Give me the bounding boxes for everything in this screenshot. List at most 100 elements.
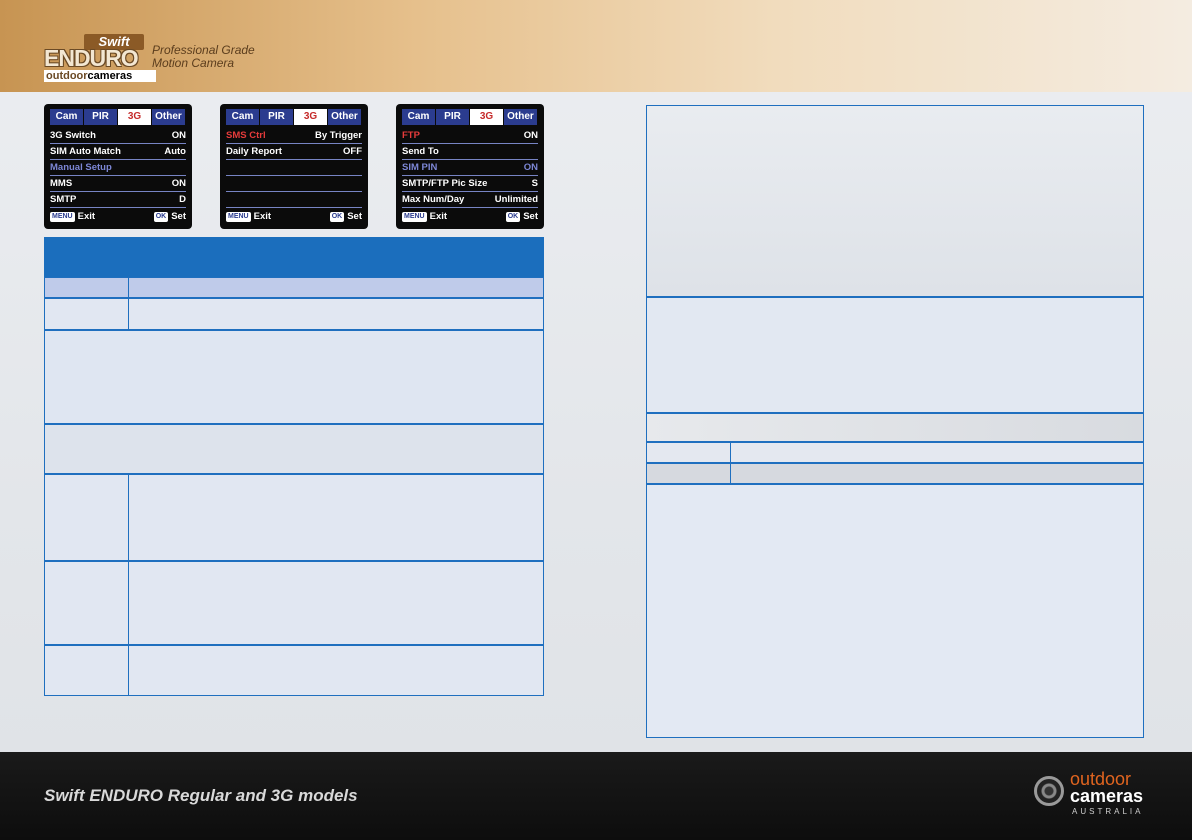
- column-divider: [128, 562, 129, 644]
- menu-row-label: Send To: [402, 146, 439, 157]
- right-table-details-block: [646, 484, 1144, 738]
- settings-table-note-block: [44, 330, 544, 424]
- ok-key-icon: OK: [329, 212, 345, 222]
- menu-row: Send To: [402, 144, 538, 160]
- menu-row-label: Daily Report: [226, 146, 282, 157]
- menu-tabs: Cam PIR 3G Other: [402, 109, 538, 125]
- set-hint: OK Set: [153, 211, 186, 223]
- tab-pir: PIR: [436, 109, 470, 125]
- menu-row-label: MMS: [50, 178, 73, 189]
- brand-country-text: AUSTRALIA: [1072, 807, 1144, 816]
- menu-row: 3G Switch ON: [50, 128, 186, 144]
- menu-row: MMS ON: [50, 176, 186, 192]
- set-label: Set: [347, 211, 362, 222]
- menu-row: SMTP/FTP Pic Size S: [402, 176, 538, 192]
- set-label: Set: [523, 211, 538, 222]
- menu-row-value: S: [531, 178, 538, 189]
- swift-enduro-logo: Swift ENDURO outdoorcameras: [44, 34, 156, 82]
- menu-row-label: SMS Ctrl: [226, 130, 266, 141]
- tab-other: Other: [328, 109, 362, 125]
- logo-cameras-text: cameras: [87, 70, 133, 82]
- menu-row-label: SMTP/FTP Pic Size: [402, 178, 488, 189]
- menu-row: SMTP D: [50, 192, 186, 208]
- exit-label: Exit: [77, 211, 96, 222]
- right-table-description-block: [646, 297, 1144, 413]
- logo-enduro-text: ENDURO: [44, 45, 139, 71]
- exit-hint: MENU Exit: [402, 211, 447, 223]
- ok-key-icon: OK: [153, 212, 169, 222]
- menu-row: SIM Auto Match Auto: [50, 144, 186, 160]
- tagline: Professional Grade Motion Camera: [152, 44, 255, 70]
- tab-3g: 3G: [118, 109, 152, 125]
- exit-label: Exit: [429, 211, 448, 222]
- menu-footer: MENU Exit OK Set: [402, 211, 538, 223]
- column-divider: [128, 299, 129, 329]
- menu-row-value: D: [179, 194, 186, 205]
- menu-row-label: SMTP: [50, 194, 77, 205]
- menu-row-value: ON: [523, 162, 538, 173]
- tab-3g: 3G: [294, 109, 328, 125]
- menu-row-value: ON: [171, 130, 186, 141]
- menu-key-icon: MENU: [402, 212, 427, 222]
- menu-row: SMS Ctrl By Trigger: [226, 128, 362, 144]
- menu-key-icon: MENU: [50, 212, 75, 222]
- menu-row-empty: [226, 176, 362, 192]
- column-divider: [730, 464, 731, 483]
- settings-table-row: [44, 645, 544, 696]
- settings-table-header: [44, 237, 544, 277]
- camera-menu-screen-3: Cam PIR 3G Other FTP ON Send To SIM PIN ON…: [396, 104, 544, 229]
- tab-pir: PIR: [260, 109, 294, 125]
- menu-row: Manual Setup: [50, 160, 186, 176]
- settings-table-row: [44, 561, 544, 645]
- menu-row: Max Num/Day Unlimited: [402, 192, 538, 208]
- menu-row-label: Manual Setup: [50, 162, 112, 173]
- logo-outdoor-cameras: outdoorcameras: [44, 70, 156, 82]
- page-footer: Swift ENDURO Regular and 3G models outdo…: [0, 752, 1192, 840]
- column-divider: [128, 278, 129, 297]
- menu-row-value: ON: [171, 178, 186, 189]
- tab-other: Other: [504, 109, 538, 125]
- page-header: Swift ENDURO outdoorcameras Professional…: [0, 0, 1192, 92]
- exit-hint: MENU Exit: [226, 211, 271, 223]
- menu-row-empty: [226, 192, 362, 208]
- tab-cam: Cam: [402, 109, 436, 125]
- right-table-row: [646, 442, 1144, 463]
- column-divider: [128, 475, 129, 560]
- menu-row-label: FTP: [402, 130, 420, 141]
- brand-cameras-text: cameras: [1070, 786, 1144, 806]
- settings-table-row: [44, 298, 544, 330]
- outdoor-cameras-australia-logo: outdoor cameras AUSTRALIA: [1034, 770, 1154, 820]
- set-hint: OK Set: [329, 211, 362, 223]
- camera-menu-screen-1: Cam PIR 3G Other 3G Switch ON SIM Auto Ma…: [44, 104, 192, 229]
- footer-title: Swift ENDURO Regular and 3G models: [44, 786, 358, 805]
- menu-row: FTP ON: [402, 128, 538, 144]
- camera-menu-screen-2: Cam PIR 3G Other SMS Ctrl By Trigger Dail…: [220, 104, 368, 229]
- logo-outdoor-text: outdoor: [46, 70, 88, 82]
- column-divider: [730, 443, 731, 462]
- menu-tabs: Cam PIR 3G Other: [50, 109, 186, 125]
- menu-row-value: By Trigger: [315, 130, 362, 141]
- set-hint: OK Set: [505, 211, 538, 223]
- exit-label: Exit: [253, 211, 272, 222]
- menu-row: Daily Report OFF: [226, 144, 362, 160]
- menu-row-label: 3G Switch: [50, 130, 96, 141]
- tagline-line-2: Motion Camera: [152, 56, 235, 70]
- menu-row-value: Auto: [164, 146, 186, 157]
- menu-row-label: SIM PIN: [402, 162, 438, 173]
- menu-row-value: Unlimited: [494, 194, 538, 205]
- menu-row-label: SIM Auto Match: [50, 146, 121, 157]
- menu-row: SIM PIN ON: [402, 160, 538, 176]
- tab-3g: 3G: [470, 109, 504, 125]
- tab-pir: PIR: [84, 109, 118, 125]
- exit-hint: MENU Exit: [50, 211, 95, 223]
- settings-table-column-header-row: [44, 277, 544, 298]
- column-divider: [128, 646, 129, 695]
- ok-key-icon: OK: [505, 212, 521, 222]
- menu-row-value: OFF: [343, 146, 362, 157]
- tab-other: Other: [152, 109, 186, 125]
- settings-table-row: [44, 474, 544, 561]
- menu-key-icon: MENU: [226, 212, 251, 222]
- settings-table-section-row: [44, 424, 544, 474]
- menu-footer: MENU Exit OK Set: [50, 211, 186, 223]
- set-label: Set: [171, 211, 186, 222]
